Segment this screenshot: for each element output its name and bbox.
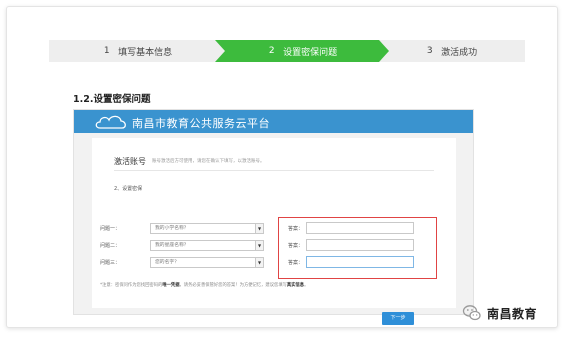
chevron-down-icon: ▼ xyxy=(255,241,263,250)
note-emphasis: 真实信息 xyxy=(286,283,305,288)
watermark: 南昌教育 xyxy=(462,303,537,323)
question-3-value: 您的名字？ xyxy=(155,260,179,265)
chevron-down-icon: ▼ xyxy=(255,224,263,233)
note-text: 。 xyxy=(304,283,309,288)
note-emphasis: 唯一凭据 xyxy=(162,283,180,288)
page-card: 1 填写基本信息 2 设置密保问题 3 激活成功 1.2.设置密保问题 南昌市教… xyxy=(6,6,558,328)
step-2-active: 2 设置密保问题 xyxy=(215,40,391,62)
question-3-label: 问题三： xyxy=(100,260,121,266)
platform-banner: 南昌市教育公共服务云平台 xyxy=(74,110,473,133)
step-1-label: 填写基本信息 xyxy=(118,47,173,58)
question-2-select[interactable]: 我的星座名称？ ▼ xyxy=(150,240,264,251)
panel-description: 账号激活后方可使用，请您在确认下填写，以激活账号。 xyxy=(152,159,265,164)
progress-stepper: 1 填写基本信息 2 设置密保问题 3 激活成功 xyxy=(49,40,525,62)
question-3-select[interactable]: 您的名字？ ▼ xyxy=(150,257,264,268)
question-2-label: 问题二： xyxy=(100,243,121,249)
wechat-icon xyxy=(462,305,481,321)
section-title: 1.2.设置密保问题 xyxy=(73,94,151,105)
step-2-label: 设置密保问题 xyxy=(283,47,338,58)
security-subheading: 2、设置密保 xyxy=(114,186,143,192)
panel-title: 激活账号 xyxy=(114,157,146,166)
next-button[interactable]: 下一步 xyxy=(382,312,414,325)
question-1-value: 我的小学名称？ xyxy=(155,226,189,231)
question-1-label: 问题一： xyxy=(100,226,121,232)
chevron-down-icon: ▼ xyxy=(255,258,263,267)
note-text: ，请务必妥善保管好您的答案！为方便记忆，建议您填写 xyxy=(179,283,287,288)
activation-panel: 激活账号 账号激活后方可使用，请您在确认下填写，以激活账号。 2、设置密保 问题… xyxy=(92,138,456,325)
answers-highlight-box xyxy=(278,217,437,279)
app-screenshot: 南昌市教育公共服务云平台 激活账号 账号激活后方可使用，请您在确认下填写，以激活… xyxy=(73,109,474,325)
note-text: *注意：密保问作为您找回密码的 xyxy=(100,283,163,288)
platform-name: 南昌市教育公共服务云平台 xyxy=(132,117,270,130)
step-1: 1 填写基本信息 xyxy=(49,40,227,62)
step-3: 3 激活成功 xyxy=(379,40,525,62)
step-3-label: 激活成功 xyxy=(441,47,478,58)
security-note: *注意：密保问作为您找回密码的唯一凭据，请务必妥善保管好您的答案！为方便记忆，建… xyxy=(100,282,308,288)
question-2-value: 我的星座名称？ xyxy=(155,243,189,248)
divider xyxy=(114,170,434,171)
watermark-text: 南昌教育 xyxy=(487,306,538,321)
cloud-logo-icon xyxy=(95,115,126,129)
question-1-select[interactable]: 我的小学名称？ ▼ xyxy=(150,223,264,234)
